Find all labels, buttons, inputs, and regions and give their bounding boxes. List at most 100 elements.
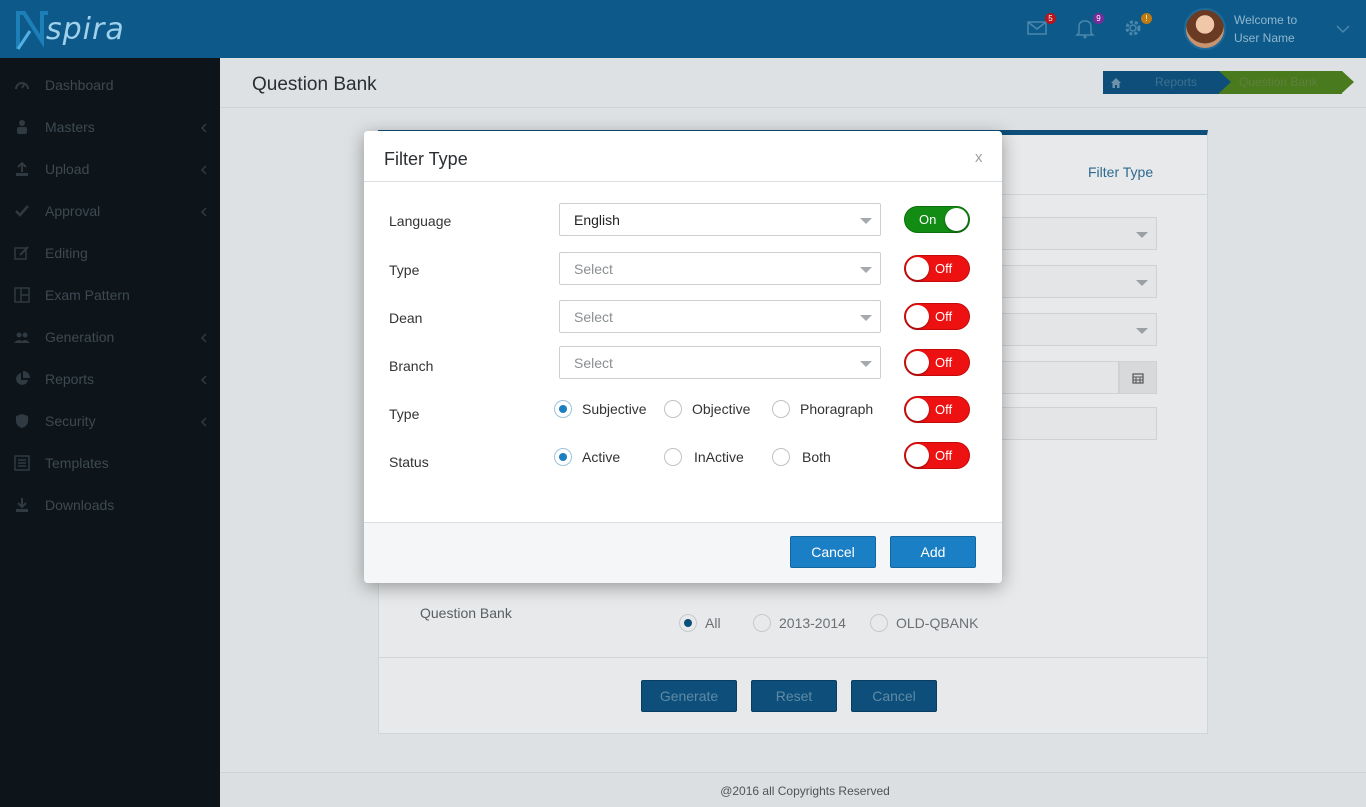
sidebar-item-approval[interactable]: Approval	[0, 190, 220, 232]
radio-dot	[559, 405, 567, 413]
breadcrumb-question-bank: Question Bank	[1219, 71, 1354, 94]
chevron-left-icon	[200, 121, 208, 139]
gear-icon[interactable]: !	[1122, 13, 1152, 41]
modal-header: Filter Type x	[364, 131, 1002, 182]
app-logo[interactable]: spira	[16, 6, 125, 52]
sidebar-item-label: Generation	[45, 329, 115, 345]
language-toggle[interactable]: On	[904, 206, 970, 233]
branch-toggle[interactable]: Off	[904, 349, 970, 376]
language-select[interactable]: English	[559, 203, 881, 236]
radio-subjective[interactable]: Subjective	[554, 400, 647, 418]
sidebar-item-templates[interactable]: Templates	[0, 442, 220, 484]
background-select[interactable]	[997, 265, 1157, 298]
close-icon[interactable]: x	[975, 149, 983, 166]
sidebar-item-upload[interactable]: Upload	[0, 148, 220, 190]
tab-filter-type[interactable]: Filter Type	[1088, 164, 1153, 180]
users-icon	[14, 329, 30, 345]
mail-count-badge: 5	[1045, 13, 1056, 24]
chevron-left-icon	[200, 415, 208, 433]
radio-all[interactable]: All	[679, 614, 721, 632]
radio-dot	[559, 453, 567, 461]
toggle-label: Off	[935, 309, 953, 324]
dean-toggle[interactable]: Off	[904, 303, 970, 330]
generate-button[interactable]: Generate	[641, 680, 737, 712]
radio-label: OLD-QBANK	[896, 615, 979, 631]
radio-circle	[870, 614, 888, 632]
sidebar-item-security[interactable]: Security	[0, 400, 220, 442]
edit-icon	[14, 245, 30, 261]
background-input[interactable]	[997, 407, 1157, 440]
breadcrumb: Reports Question Bank	[1103, 71, 1354, 94]
sidebar-item-exam-pattern[interactable]: Exam Pattern	[0, 274, 220, 316]
background-select[interactable]	[997, 217, 1157, 250]
language-value: English	[574, 212, 620, 228]
top-header: spira 5 9 ! Welcome to User Name	[0, 0, 1366, 58]
chevron-left-icon	[200, 331, 208, 349]
home-icon[interactable]	[1103, 71, 1129, 94]
date-input[interactable]	[997, 361, 1119, 394]
sidebar-item-editing[interactable]: Editing	[0, 232, 220, 274]
question-type-toggle[interactable]: Off	[904, 396, 970, 423]
sidebar-item-label: Reports	[45, 371, 95, 387]
radio-label: Active	[582, 449, 621, 465]
question-type-label: Type	[389, 406, 420, 422]
type-select[interactable]: Select	[559, 252, 881, 285]
radio-circle	[664, 448, 682, 466]
bell-icon[interactable]: 9	[1074, 13, 1104, 41]
dean-select[interactable]: Select	[559, 300, 881, 333]
sidebar-item-downloads[interactable]: Downloads	[0, 484, 220, 526]
copyright-text: @2016 all Copyrights Reserved	[720, 784, 890, 798]
type-label: Type	[389, 262, 420, 278]
avatar[interactable]	[1184, 8, 1226, 50]
chevron-down-icon[interactable]	[1336, 21, 1350, 39]
sidebar: Dashboard Masters Upload Approval Editin…	[0, 58, 220, 807]
mail-icon[interactable]: 5	[1026, 13, 1056, 41]
radio-label: Both	[802, 449, 831, 465]
caret-down-icon	[860, 218, 872, 224]
branch-label: Branch	[389, 358, 434, 374]
toggle-label: On	[919, 212, 937, 227]
radio-both[interactable]: Both	[772, 448, 831, 466]
breadcrumb-reports[interactable]: Reports	[1129, 71, 1232, 94]
caret-down-icon	[860, 267, 872, 273]
radio-circle	[554, 400, 572, 418]
upload-icon	[14, 161, 30, 177]
toggle-label: Off	[935, 261, 953, 276]
radio-phoragraph[interactable]: Phoragraph	[772, 400, 873, 418]
sidebar-item-label: Templates	[45, 455, 109, 471]
add-button[interactable]: Add	[890, 536, 976, 568]
sidebar-item-dashboard[interactable]: Dashboard	[0, 64, 220, 106]
radio-active[interactable]: Active	[554, 448, 620, 466]
sidebar-item-label: Approval	[45, 203, 101, 219]
welcome-text: Welcome to User Name	[1234, 11, 1297, 47]
logo-mark	[16, 7, 50, 51]
background-select[interactable]	[997, 313, 1157, 346]
branch-select[interactable]: Select	[559, 346, 881, 379]
cancel-button[interactable]: Cancel	[790, 536, 876, 568]
radio-label: Phoragraph	[800, 401, 874, 417]
status-toggle[interactable]: Off	[904, 442, 970, 469]
calendar-icon[interactable]	[1119, 361, 1157, 394]
type-toggle[interactable]: Off	[904, 255, 970, 282]
dashboard-icon	[14, 77, 30, 93]
chevron-left-icon	[200, 163, 208, 181]
shield-icon	[14, 413, 30, 429]
radio-circle	[753, 614, 771, 632]
radio-objective[interactable]: Objective	[664, 400, 750, 418]
caret-down-icon	[1136, 328, 1148, 334]
background-cancel-button[interactable]: Cancel	[851, 680, 937, 712]
sidebar-item-label: Exam Pattern	[45, 287, 130, 303]
reset-button[interactable]: Reset	[751, 680, 837, 712]
page-title: Question Bank	[252, 74, 377, 95]
radio-old-qbank[interactable]: OLD-QBANK	[870, 614, 978, 632]
logo-text: spira	[46, 11, 125, 47]
sidebar-item-reports[interactable]: Reports	[0, 358, 220, 400]
radio-inactive[interactable]: InActive	[664, 448, 744, 466]
sidebar-item-generation[interactable]: Generation	[0, 316, 220, 358]
radio-2013-2014[interactable]: 2013-2014	[753, 614, 846, 632]
chevron-left-icon	[200, 205, 208, 223]
radio-label: Objective	[692, 401, 751, 417]
sidebar-item-label: Editing	[45, 245, 88, 261]
radio-label: 2013-2014	[779, 615, 846, 631]
sidebar-item-masters[interactable]: Masters	[0, 106, 220, 148]
